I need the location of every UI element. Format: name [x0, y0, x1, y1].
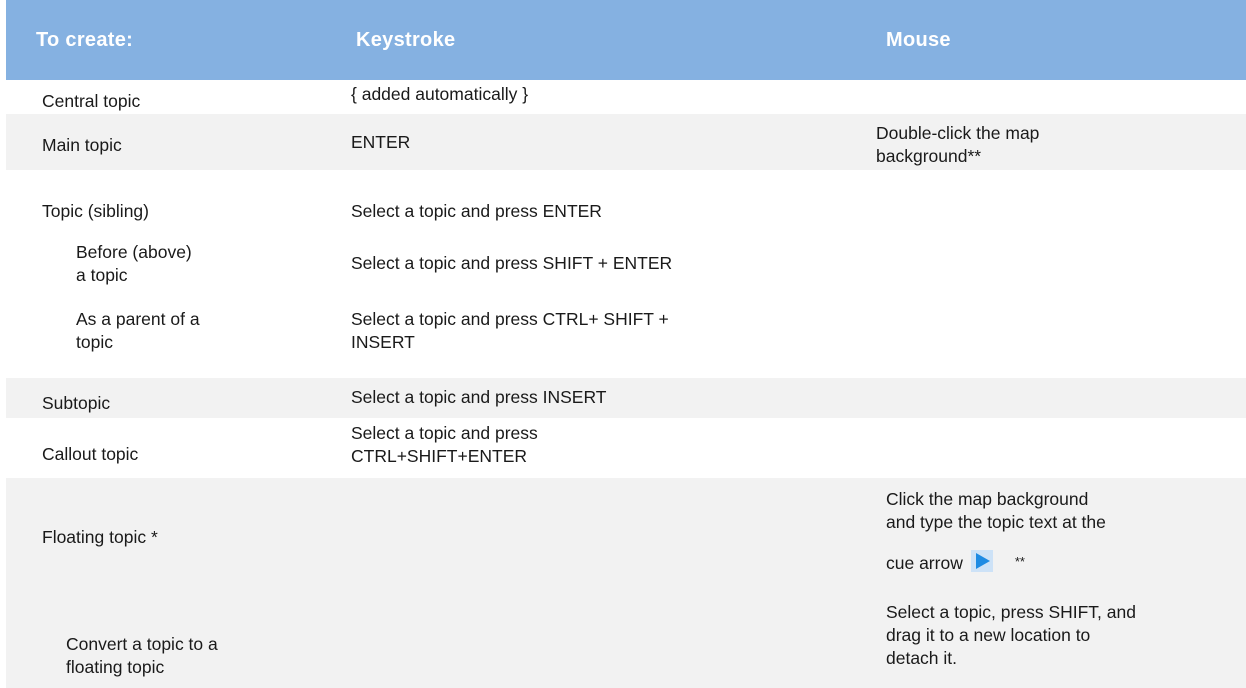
table-row: Central topic { added automatically }: [6, 80, 1246, 114]
create-cell: Central topic: [42, 91, 141, 111]
keystroke-cell: Select a topic and press ENTER: [351, 201, 602, 221]
mouse-cell: Click the map background and type the to…: [886, 489, 1106, 573]
mouse-cell: Select a topic, press SHIFT, and drag it…: [886, 602, 1136, 668]
keystroke-cell: Select a topic and press CTRL+ SHIFT + I…: [351, 309, 669, 352]
create-cell: Floating topic *: [42, 527, 158, 547]
create-cell: Topic (sibling): [42, 201, 149, 221]
keystroke-cell: Select a topic and press SHIFT + ENTER: [351, 253, 673, 273]
cue-arrow-icon: [970, 550, 993, 572]
create-cell: Callout topic: [42, 444, 139, 464]
keystroke-cell: Select a topic and press CTRL+SHIFT+ENTE…: [351, 423, 538, 466]
mouse-cell: Double-click the map background**: [876, 123, 1040, 166]
table-header: To create: Keystroke Mouse: [6, 0, 1246, 80]
create-cell: Main topic: [42, 135, 122, 155]
header-to-create: To create:: [36, 29, 134, 51]
table-row: Subtopic Select a topic and press INSERT: [6, 378, 1246, 418]
keystroke-cell: { added automatically }: [351, 84, 529, 104]
table-row: As a parent of a topic Select a topic an…: [6, 294, 1246, 370]
create-cell: Convert a topic to a floating topic: [66, 634, 218, 677]
header-keystroke: Keystroke: [356, 29, 456, 51]
keystroke-cell: ENTER: [351, 132, 411, 152]
table-row: Before (above) a topic Select a topic an…: [6, 238, 1246, 294]
table-row: Convert a topic to a floating topic Sele…: [6, 598, 1246, 688]
table-row: Callout topic Select a topic and press C…: [6, 418, 1246, 478]
create-cell: Subtopic: [42, 393, 111, 413]
table-row: Main topic ENTER Double-click the map ba…: [6, 114, 1246, 170]
create-cell: Before (above) a topic: [76, 242, 192, 285]
keystroke-cell: Select a topic and press INSERT: [351, 387, 607, 407]
create-cell: As a parent of a topic: [76, 309, 200, 352]
header-mouse: Mouse: [886, 29, 951, 51]
table-row: Floating topic * Click the map backgroun…: [6, 478, 1246, 598]
table-row: Topic (sibling) Select a topic and press…: [6, 170, 1246, 221]
